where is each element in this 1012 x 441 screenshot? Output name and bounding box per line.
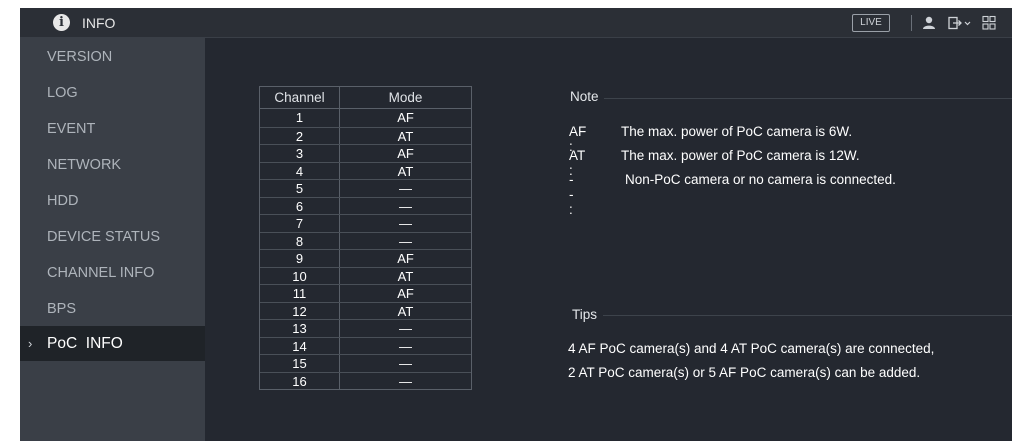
channel-cell: 2	[260, 127, 340, 144]
note-text: Non-PoC camera or no camera is connected…	[625, 172, 896, 187]
note-title: Note	[570, 89, 599, 104]
mode-cell: AF	[397, 286, 414, 301]
channel-cell: 5	[260, 180, 340, 197]
channel-column-header: Channel	[260, 87, 340, 108]
table-row: 14 —	[260, 336, 471, 354]
tips-line-1: 4 AF PoC camera(s) and 4 AT PoC camera(s…	[568, 341, 935, 356]
table-row: 4 AT	[260, 161, 471, 179]
table-row: 2 AT	[260, 126, 471, 144]
toolbar-divider	[911, 15, 912, 31]
mode-cell: —	[399, 321, 412, 336]
title-bar: i INFO LIVE	[20, 8, 1012, 38]
table-row: 7—	[260, 214, 471, 232]
mode-cell: AT	[397, 128, 414, 144]
mode-cell: AF	[397, 251, 414, 266]
tips-divider	[603, 315, 1012, 316]
channel-cell: 13	[260, 320, 340, 337]
sidebar-item-poc-info[interactable]: › PoC INFO	[20, 326, 205, 361]
chevron-right-icon: ›	[28, 336, 33, 351]
table-row: 3 AF	[260, 144, 471, 162]
channel-cell: 12	[260, 302, 340, 319]
table-row: 5—	[260, 179, 471, 197]
sidebar-item-version[interactable]: VERSION	[20, 40, 205, 75]
sidebar-item-event[interactable]: EVENT	[20, 112, 205, 147]
mode-cell: AF	[397, 110, 414, 125]
note-text: The max. power of PoC camera is 6W.	[621, 124, 853, 139]
logout-icon[interactable]	[948, 16, 972, 30]
note-key: -- :	[569, 172, 574, 217]
channel-cell: 11	[260, 285, 340, 302]
sidebar-item-label: PoC INFO	[47, 335, 123, 352]
mode-cell: AT	[397, 163, 414, 179]
tips-title: Tips	[572, 307, 598, 322]
mode-cell: AT	[397, 268, 414, 284]
channel-cell: 15	[260, 355, 340, 372]
table-row: 9 AF	[260, 249, 471, 267]
user-icon[interactable]	[922, 15, 936, 31]
table-row: 12 AT	[260, 301, 471, 319]
table-row: 1 AF	[260, 109, 471, 127]
grid-icon[interactable]	[982, 15, 996, 31]
channel-cell: 1	[260, 109, 340, 127]
sidebar-item-log[interactable]: LOG	[20, 76, 205, 111]
table-row: 8—	[260, 231, 471, 249]
channel-cell: 6	[260, 197, 340, 214]
table-row: 13 —	[260, 319, 471, 337]
channel-cell: 9	[260, 250, 340, 267]
mode-cell: —	[399, 216, 412, 231]
sidebar-item-network[interactable]: NETWORK	[20, 148, 205, 183]
mode-cell: —	[399, 338, 412, 354]
mode-cell: —	[399, 233, 412, 249]
poc-channel-table: Channel Mode 1 AF 2 AT 3 AF 4 AT 5—6—7—8—9 AF 10 AT…	[259, 86, 472, 390]
sidebar: VERSION LOG EVENT NETWORK HDD DEVICE STA…	[20, 38, 205, 441]
mode-cell: AF	[397, 146, 414, 161]
mode-column-header: Mode	[388, 90, 423, 105]
table-row: 10 AT	[260, 266, 471, 284]
channel-cell: 10	[260, 267, 340, 284]
sidebar-item-hdd[interactable]: HDD	[20, 184, 205, 219]
main-content: Channel Mode 1 AF 2 AT 3 AF 4 AT 5—6—7—8—9 AF 10 AT…	[205, 38, 1012, 441]
table-header: Channel Mode	[260, 87, 471, 109]
sidebar-item-bps[interactable]: BPS	[20, 292, 205, 327]
channel-cell: 7	[260, 215, 340, 232]
channel-cell: 8	[260, 232, 340, 249]
sidebar-item-channel-info[interactable]: CHANNEL INFO	[20, 256, 205, 291]
sidebar-item-device-status[interactable]: DEVICE STATUS	[20, 220, 205, 255]
live-button[interactable]: LIVE	[852, 14, 890, 32]
mode-cell: —	[399, 198, 412, 214]
app-window: i INFO LIVE VERSION LOG EVENT NETWORK HD…	[0, 0, 1012, 441]
info-icon: i	[53, 14, 70, 31]
page-title: INFO	[82, 15, 116, 31]
mode-cell: AT	[397, 303, 414, 319]
mode-cell: —	[399, 373, 412, 389]
table-row: 11 AF	[260, 284, 471, 302]
channel-cell: 3	[260, 145, 340, 162]
table-row: 6—	[260, 196, 471, 214]
channel-cell: 4	[260, 162, 340, 179]
table-body: 1 AF 2 AT 3 AF 4 AT 5—6—7—8—9 AF 10 AT 11 AF 12 AT 13—14…	[260, 109, 471, 389]
tips-line-2: 2 AT PoC camera(s) or 5 AF PoC camera(s)…	[568, 365, 921, 380]
mode-cell: —	[399, 356, 412, 371]
table-row: 16 —	[260, 371, 471, 389]
channel-cell: 14	[260, 337, 340, 354]
note-divider	[604, 98, 1012, 99]
channel-cell: 16	[260, 372, 340, 389]
note-text: The max. power of PoC camera is 12W.	[621, 148, 860, 163]
mode-cell: —	[399, 181, 412, 196]
table-row: 15 —	[260, 354, 471, 372]
